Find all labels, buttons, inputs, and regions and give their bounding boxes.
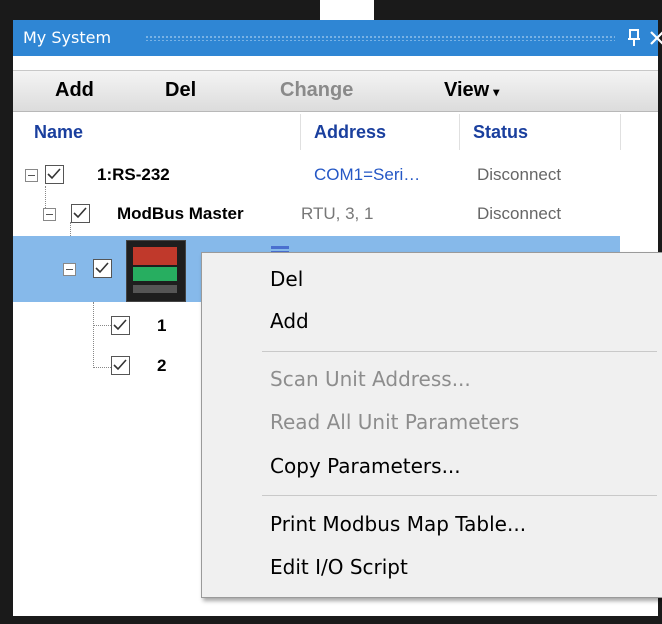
menu-item-copy-parameters[interactable]: Copy Parameters... [270,454,461,478]
view-menu-button[interactable]: View ▾ [444,79,499,102]
chevron-down-icon: ▾ [493,85,500,99]
checkbox-modbus[interactable] [71,204,90,223]
window-frame-tab [320,0,374,20]
column-separator[interactable] [459,114,460,150]
add-button[interactable]: Add [55,79,94,102]
tree-node-child[interactable]: 2 [157,356,166,376]
title-grip [145,35,615,41]
modbus-params: RTU, 3, 1 [301,204,374,223]
menu-separator [262,351,657,352]
tree-line [93,367,111,368]
menu-item-read-all-parameters[interactable]: Read All Unit Parameters [270,410,519,434]
tree-line [93,325,111,326]
device-display-bottom [133,267,177,281]
del-button[interactable]: Del [165,79,196,102]
device-display-top [133,247,177,265]
collapse-icon[interactable] [43,208,56,221]
checkbox-rs232[interactable] [45,165,64,184]
rs232-address: COM1=Seri… [314,165,421,184]
check-icon [113,359,127,371]
close-icon[interactable] [648,26,662,50]
context-menu: Del Add Scan Unit Address... Read All Un… [201,252,662,598]
checkbox-device[interactable] [93,259,112,278]
toolbar: Add Del Change View ▾ [13,70,658,112]
column-header-address[interactable]: Address [314,122,386,143]
menu-separator [262,495,657,496]
panel-titlebar[interactable]: My System [13,20,662,56]
menu-item-del[interactable]: Del [270,267,303,291]
check-icon [95,262,109,274]
window-frame-left [0,0,13,624]
column-header-name[interactable]: Name [34,122,83,143]
view-label: View [444,79,490,101]
column-separator[interactable] [620,114,621,150]
column-header-status[interactable]: Status [473,122,528,143]
menu-item-add[interactable]: Add [270,309,309,333]
column-separator[interactable] [300,114,301,150]
device-controller-icon[interactable] [126,240,186,302]
change-button[interactable]: Change [280,79,353,102]
collapse-icon[interactable] [63,263,76,276]
tree-node-rs232[interactable]: 1:RS-232 [97,165,170,185]
menu-item-print-modbus-map[interactable]: Print Modbus Map Table... [270,512,526,536]
checkbox-child-1[interactable] [111,316,130,335]
window-frame-bottom [0,616,662,624]
check-icon [47,168,61,180]
tree-line [93,302,94,368]
menu-item-scan-unit-address[interactable]: Scan Unit Address... [270,367,471,391]
pin-icon[interactable] [625,26,643,50]
collapse-icon[interactable] [25,169,38,182]
check-icon [113,319,127,331]
device-keypad [133,285,177,293]
tree-node-modbus-master[interactable]: ModBus Master [117,204,244,224]
checkbox-child-2[interactable] [111,356,130,375]
panel-title: My System [23,28,112,47]
modbus-status: Disconnect [477,204,562,223]
tree-node-child[interactable]: 1 [157,316,166,336]
check-icon [73,207,87,219]
tree-line [45,186,46,208]
menu-item-edit-io-script[interactable]: Edit I/O Script [270,555,408,579]
rs232-status: Disconnect [477,165,562,184]
